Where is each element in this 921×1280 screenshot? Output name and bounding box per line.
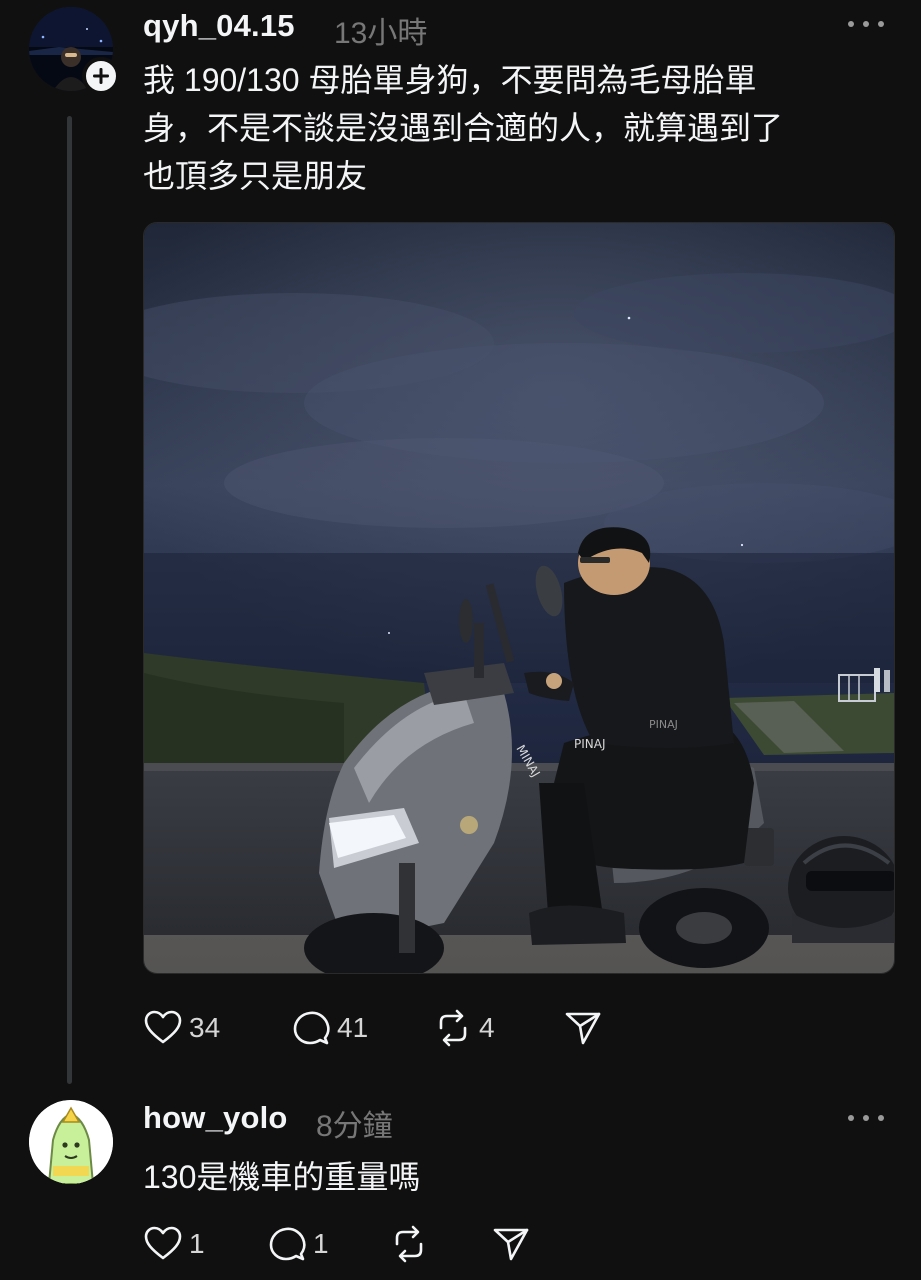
reply-repost-button[interactable] <box>389 1224 491 1264</box>
post-actions: 34 41 4 <box>143 1008 603 1048</box>
send-icon <box>565 1012 601 1045</box>
reply-share-button[interactable] <box>491 1224 531 1264</box>
post-text-line: 也頂多只是朋友 <box>143 158 368 194</box>
plus-icon <box>93 68 109 84</box>
reply-like-count: 1 <box>189 1228 205 1259</box>
heart-icon <box>144 1010 182 1044</box>
repost-button[interactable]: 4 <box>433 1008 563 1048</box>
reply-reply-count: 1 <box>313 1228 329 1259</box>
reply-more-icon[interactable] <box>848 1108 884 1128</box>
thread-line <box>67 116 72 1084</box>
post-timestamp: 13小時 <box>334 17 428 50</box>
more-icon[interactable] <box>848 14 884 34</box>
post-text: 我 190/130 母胎單身狗，不要問為毛母胎單 身，不是不談是沒遇到合適的人，… <box>143 56 883 200</box>
reply-count: 41 <box>337 1012 369 1043</box>
reply-reply-button[interactable]: 1 <box>267 1224 389 1264</box>
reply-timestamp: 8分鐘 <box>316 1110 393 1143</box>
heart-icon <box>144 1226 182 1260</box>
reply-username[interactable]: how_yolo <box>143 1100 288 1136</box>
reply-like-button[interactable]: 1 <box>143 1224 267 1264</box>
reply-text: 130是機車的重量嗎 <box>143 1159 421 1195</box>
post-text-line: 身，不是不談是沒遇到合適的人，就算遇到了 <box>143 110 784 146</box>
post-text-line: 我 190/130 母胎單身狗，不要問為毛母胎單 <box>143 62 757 98</box>
repost-count: 4 <box>479 1012 495 1043</box>
comment-icon <box>293 1011 330 1045</box>
repost-icon <box>395 1225 423 1263</box>
follow-button[interactable] <box>82 57 120 95</box>
send-icon <box>493 1228 529 1261</box>
svg-text:PINAJ: PINAJ <box>574 737 606 751</box>
repost-icon <box>439 1009 467 1047</box>
svg-text:PINAJ: PINAJ <box>649 718 678 731</box>
comment-icon <box>269 1227 306 1261</box>
share-button[interactable] <box>563 1008 603 1048</box>
like-count: 34 <box>189 1012 221 1043</box>
post-photo[interactable]: MINAJ PINAJ PINAJ <box>143 222 895 974</box>
post-username[interactable]: qyh_04.15 <box>143 8 295 44</box>
like-button[interactable]: 34 <box>143 1008 291 1048</box>
reply-actions: 1 1 <box>143 1224 531 1264</box>
reply-button[interactable]: 41 <box>291 1008 433 1048</box>
reply-avatar[interactable] <box>29 1100 113 1184</box>
